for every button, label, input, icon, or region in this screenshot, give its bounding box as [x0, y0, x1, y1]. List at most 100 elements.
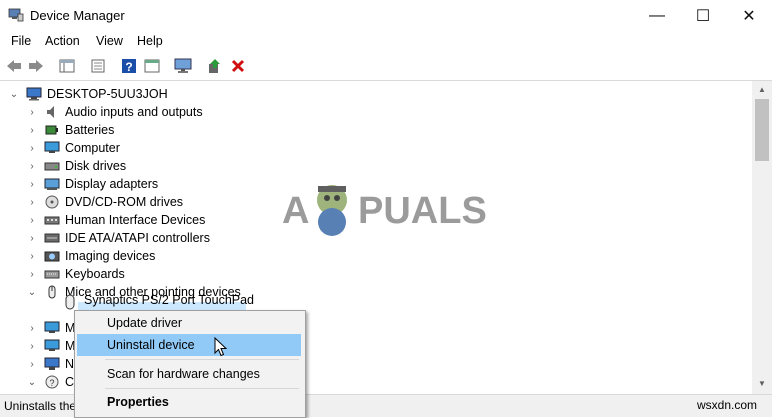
chevron-right-icon[interactable]: › — [26, 193, 38, 211]
tree-item-partial[interactable]: ? C — [44, 373, 74, 391]
ide-icon — [44, 233, 60, 243]
tree-item-label: Imaging devices — [65, 249, 156, 263]
uninstall-toolbar-button[interactable] — [229, 57, 247, 75]
scrollbar-thumb[interactable] — [755, 99, 769, 161]
tree-item-computer[interactable]: Computer — [44, 139, 120, 157]
tree-item-audio[interactable]: Audio inputs and outputs — [44, 103, 203, 121]
help-icon: ? — [122, 59, 136, 74]
computer-icon — [26, 87, 42, 101]
chevron-right-icon[interactable]: › — [26, 211, 38, 229]
chevron-down-icon[interactable]: ⌄ — [26, 283, 38, 301]
chevron-right-icon[interactable]: › — [26, 337, 38, 355]
mouse-cursor-icon — [214, 337, 228, 357]
tree-root[interactable]: DESKTOP-5UU3JOH — [26, 85, 168, 103]
chevron-right-icon[interactable]: › — [26, 139, 38, 157]
touchpad-icon — [65, 294, 75, 310]
menu-action[interactable]: Action — [45, 34, 80, 48]
show-hide-console-button[interactable] — [58, 57, 76, 75]
ctx-separator — [105, 359, 299, 360]
context-menu: Update driver Uninstall device Scan for … — [74, 310, 306, 418]
tree-item-keyboards[interactable]: Keyboards — [44, 265, 125, 283]
mouse-icon — [48, 285, 56, 299]
toolbar: ? — [0, 53, 772, 81]
chevron-right-icon[interactable]: › — [26, 157, 38, 175]
vertical-scrollbar[interactable]: ▲ ▼ — [752, 81, 772, 394]
disk-icon — [44, 162, 60, 171]
chevron-down-icon[interactable]: ⌄ — [8, 85, 20, 103]
tree-item-hid[interactable]: Human Interface Devices — [44, 211, 205, 229]
properties-icon — [91, 59, 105, 73]
delete-x-icon — [231, 59, 245, 73]
close-icon: ✕ — [742, 7, 756, 25]
forward-arrow-icon — [29, 60, 43, 72]
hid-icon — [44, 216, 60, 225]
title-bar: Device Manager — ☐ ✕ — [0, 0, 772, 31]
update-driver-toolbar-button[interactable] — [206, 57, 224, 75]
chevron-right-icon[interactable]: › — [26, 319, 38, 337]
tree-item-dvd[interactable]: DVD/CD-ROM drives — [44, 193, 183, 211]
ctx-label: Update driver — [107, 316, 183, 330]
minimize-button[interactable]: — — [634, 0, 680, 31]
chevron-right-icon[interactable]: › — [26, 103, 38, 121]
ctx-scan-hardware[interactable]: Scan for hardware changes — [77, 363, 301, 385]
svg-text:?: ? — [49, 378, 54, 388]
tree-item-label: C — [65, 375, 75, 389]
ctx-separator — [105, 388, 299, 389]
ctx-update-driver[interactable]: Update driver — [77, 312, 301, 334]
tree-item-ide[interactable]: IDE ATA/ATAPI controllers — [44, 229, 210, 247]
chevron-right-icon[interactable]: › — [26, 175, 38, 193]
tree-item-imaging[interactable]: Imaging devices — [44, 247, 155, 265]
tree-item-label: Keyboards — [65, 267, 125, 281]
window-title: Device Manager — [30, 8, 125, 23]
properties-toolbar-button[interactable] — [89, 57, 107, 75]
site-watermark: wsxdn.com — [697, 398, 758, 412]
tree-item-label: Disk drives — [65, 159, 127, 173]
back-button[interactable] — [5, 57, 23, 75]
display-adapter-icon — [44, 178, 60, 190]
chevron-right-icon[interactable]: › — [26, 229, 38, 247]
chevron-down-icon[interactable]: ⌄ — [26, 373, 38, 391]
appuals-watermark: A PUALS — [282, 182, 492, 242]
chevron-right-icon[interactable]: › — [26, 121, 38, 139]
maximize-button[interactable]: ☐ — [680, 0, 726, 31]
monitor-icon — [44, 321, 60, 333]
view-toolbar-button[interactable] — [143, 57, 161, 75]
menu-bar: File Action View Help — [0, 31, 772, 52]
scan-monitor-icon — [174, 58, 192, 73]
chevron-right-icon[interactable]: › — [26, 355, 38, 373]
scroll-up-icon[interactable]: ▲ — [752, 81, 772, 98]
help-toolbar-button[interactable]: ? — [120, 57, 138, 75]
maximize-icon: ☐ — [695, 7, 711, 25]
minimize-icon: — — [649, 6, 665, 24]
monitor-icon — [44, 141, 60, 153]
ctx-properties[interactable]: Properties — [77, 391, 301, 413]
close-button[interactable]: ✕ — [726, 0, 772, 31]
monitor-icon — [44, 339, 60, 351]
menu-file[interactable]: File — [11, 34, 31, 48]
ctx-label: Uninstall device — [107, 338, 195, 352]
dvd-icon — [45, 195, 59, 209]
tree-item-partial[interactable]: M — [44, 319, 75, 337]
update-driver-icon — [209, 59, 220, 73]
back-arrow-icon — [7, 60, 21, 72]
tree-item-label: N — [65, 357, 75, 371]
tree-item-display-adapters[interactable]: Display adapters — [44, 175, 158, 193]
menu-view[interactable]: View — [96, 34, 123, 48]
view-icon — [144, 59, 160, 73]
scroll-down-icon[interactable]: ▼ — [752, 375, 772, 392]
tree-item-label: Batteries — [65, 123, 115, 137]
scan-toolbar-button[interactable] — [174, 57, 192, 75]
tree-item-label: Computer — [65, 141, 120, 155]
watermark-left: A — [282, 190, 310, 232]
ctx-uninstall-device[interactable]: Uninstall device — [77, 334, 301, 356]
chevron-right-icon[interactable]: › — [26, 265, 38, 283]
tree-item-disk-drives[interactable]: Disk drives — [44, 157, 126, 175]
battery-icon — [45, 125, 58, 135]
menu-help[interactable]: Help — [137, 34, 163, 48]
forward-button[interactable] — [27, 57, 45, 75]
chevron-right-icon[interactable]: › — [26, 247, 38, 265]
tree-item-partial[interactable]: M — [44, 337, 75, 355]
keyboard-icon — [44, 270, 60, 279]
tree-item-partial[interactable]: N — [44, 355, 74, 373]
tree-item-batteries[interactable]: Batteries — [44, 121, 114, 139]
